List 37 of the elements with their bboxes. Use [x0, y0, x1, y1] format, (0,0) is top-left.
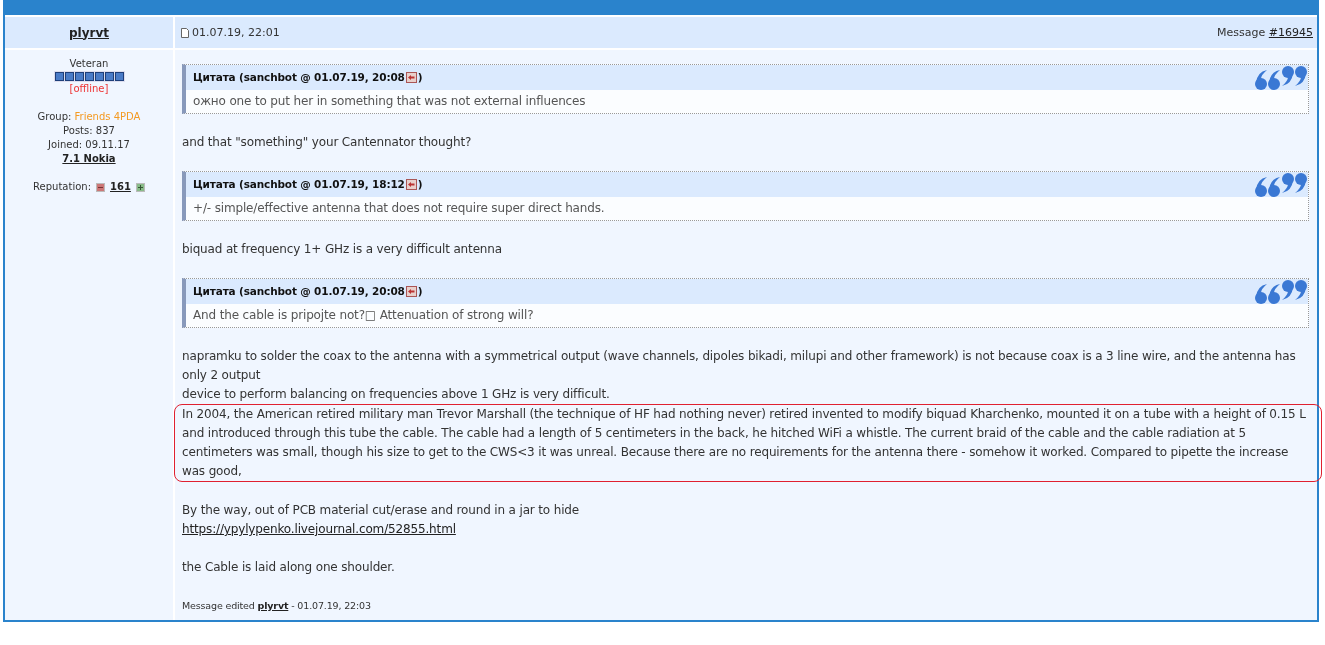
user-status: [offline]: [69, 82, 109, 96]
page-icon: [181, 27, 189, 38]
quote-text: And the cable is pripojte not?□ Attenuation of strong will?: [192, 307, 535, 324]
user-group: Group: Friends 4PDA: [37, 110, 141, 124]
plus-icon[interactable]: [135, 182, 145, 192]
quote-header: Цитата (sanchbot @ 01.07.19, 18:12 ): [193, 177, 423, 192]
author-name[interactable]: plyrvt: [69, 25, 109, 40]
post-text: device to perform balancing on frequencies above 1 GHz is very difficult.: [182, 386, 611, 403]
quote-text: +/- simple/effective antenna that does not require super direct hands.: [192, 200, 606, 217]
editor-link[interactable]: plyrvt: [257, 600, 289, 611]
user-posts: Posts: 837: [63, 124, 115, 138]
user-rank: Veteran: [69, 57, 109, 71]
quotation-marks-icon: [1255, 278, 1307, 305]
post-text: In 2004, the American retired military man Trevor Marshall (the technique of HF had nothing never) retired invented to modify biquad Kharchenko, mounted it on a tube with a height of 0.15 L and introduced through this tube the cable. The cable had a length of 5 centimeters in the back, he hitched WiFi a whistle. The current braid of the cable and the cable radiation at 5 centimeters was small, though his size to get to the CWS<3 it was unreal. Because there are no requirements for the antenna there - somehow it worked. Compared to pipette the increase was good,: [182, 406, 1307, 480]
reputation-label: Reputation:: [33, 180, 91, 194]
post-date: 01.07.19, 22:01: [192, 26, 280, 39]
rank-pips: [53, 71, 125, 82]
post-text: and that "something" your Cantennator thought?: [182, 134, 473, 151]
quote-text: ожно one to put her in something that was not external influences: [192, 93, 587, 110]
back-arrow-icon[interactable]: [405, 179, 417, 190]
minus-icon[interactable]: [96, 182, 105, 192]
user-device[interactable]: 7.1 Nokia: [62, 152, 116, 166]
reputation-value[interactable]: 161: [110, 180, 131, 194]
post-text: By the way, out of PCB material cut/erase and round in a jar to hide: [182, 502, 581, 519]
quotation-marks-icon: [1255, 171, 1307, 198]
back-arrow-icon[interactable]: [405, 286, 417, 297]
message-number-link[interactable]: #16945: [1268, 26, 1313, 39]
user-joined: Joined: 09.11.17: [48, 138, 130, 152]
quote-header: Цитата (sanchbot @ 01.07.19, 20:08 ): [193, 284, 423, 299]
post-text: the Cable is laid along one shoulder.: [182, 559, 396, 576]
quotation-marks-icon: [1255, 64, 1307, 91]
edit-note: Message edited plyrvt - 01.07.19, 22:03: [182, 599, 372, 613]
post-link[interactable]: https://ypylypenko.livejournal.com/52855.html: [182, 522, 456, 536]
back-arrow-icon[interactable]: [405, 72, 417, 83]
post-text: biquad at frequency 1+ GHz is a very difficult antenna: [182, 241, 503, 258]
quote-header: Цитата (sanchbot @ 01.07.19, 20:08 ): [193, 70, 423, 85]
message-label: Message: [1217, 26, 1266, 39]
